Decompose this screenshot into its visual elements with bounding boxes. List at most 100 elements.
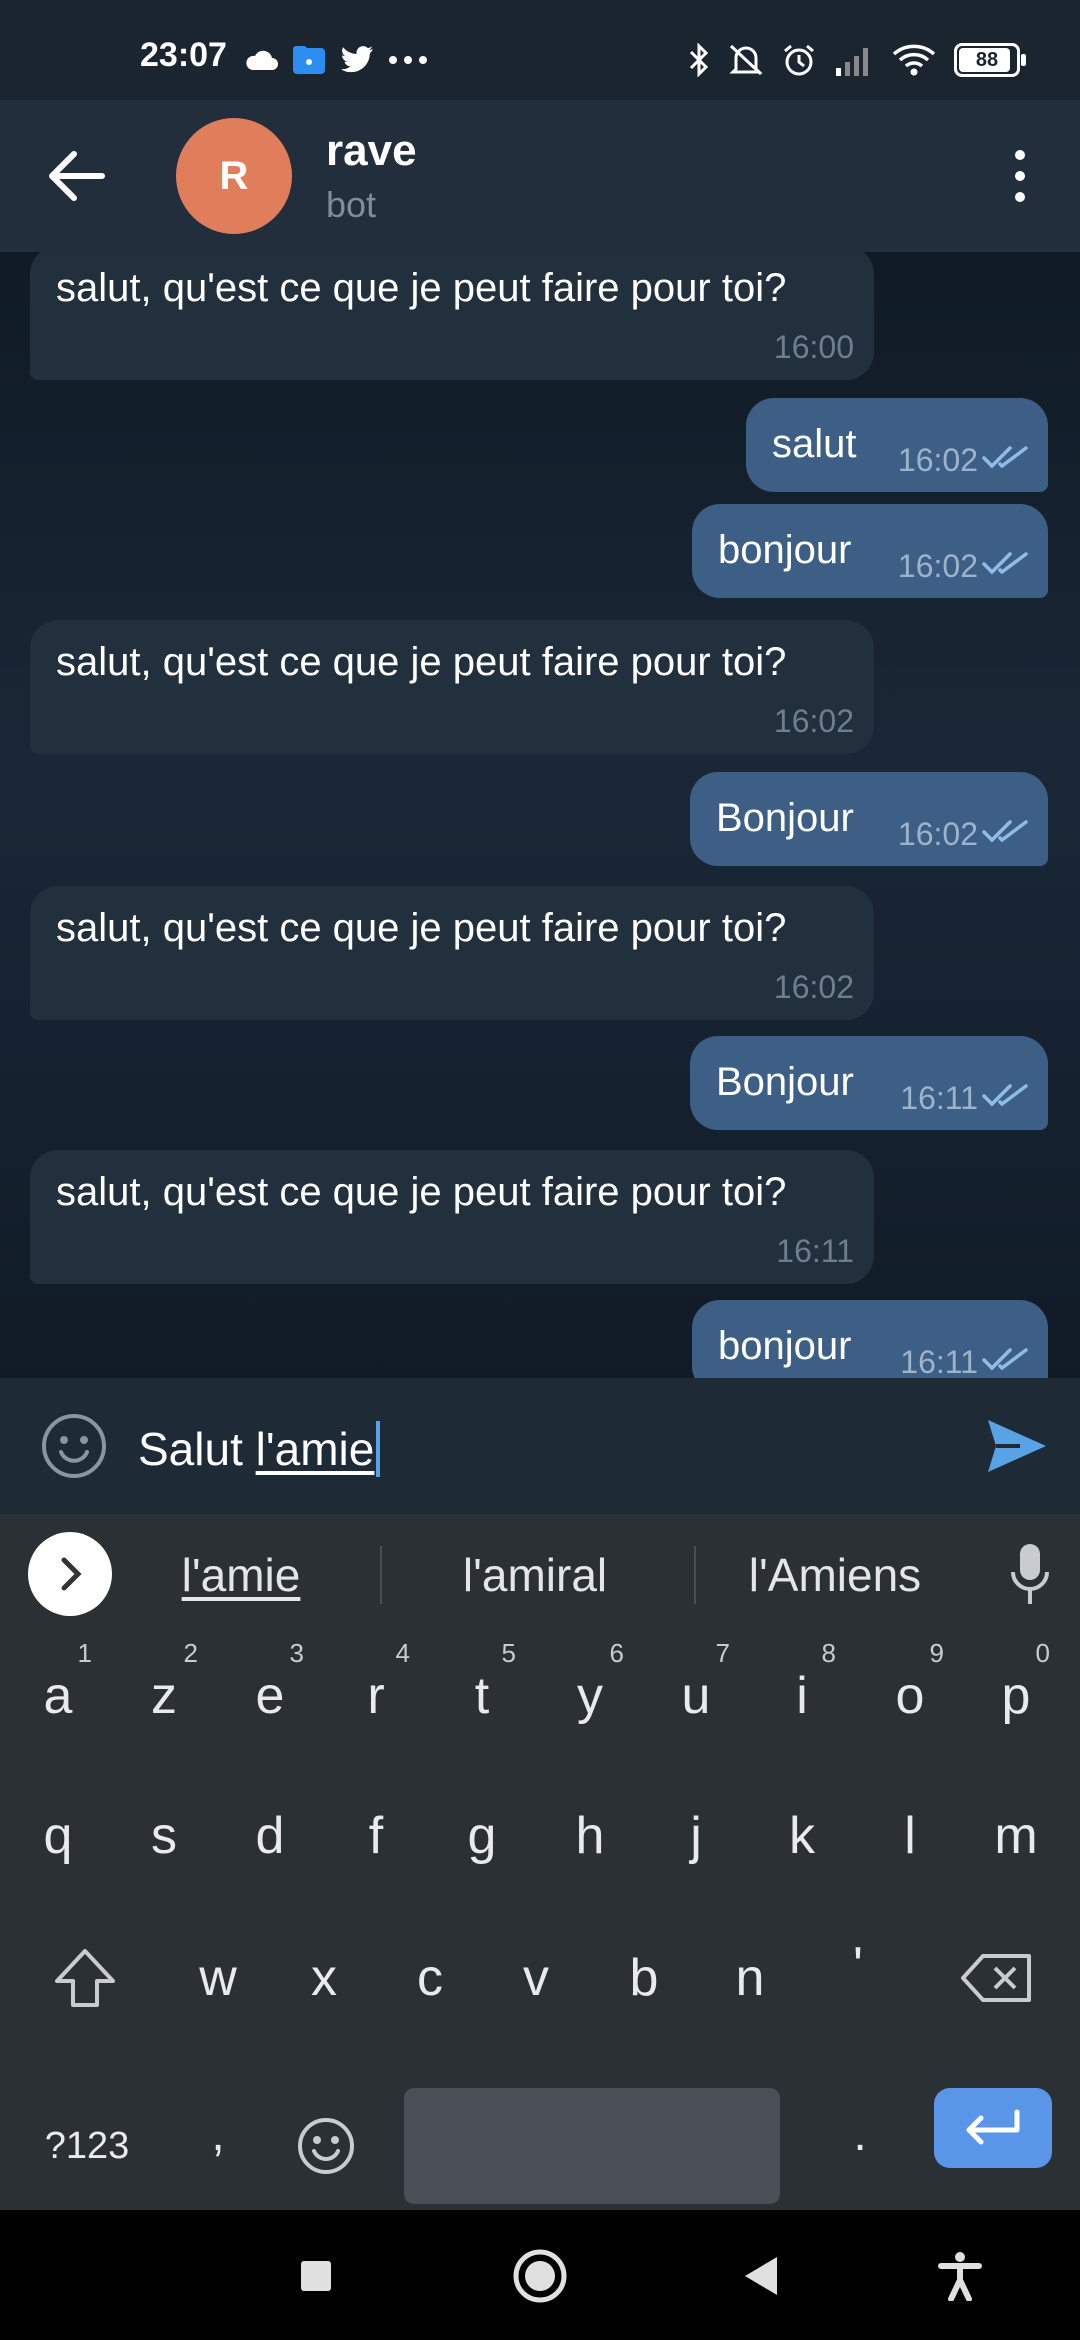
avatar[interactable]: R xyxy=(176,118,292,234)
chat-header: R rave bot xyxy=(0,100,1080,252)
backspace-icon xyxy=(961,1954,1031,2002)
divider xyxy=(694,1546,696,1604)
suggestion-1[interactable]: l'amie xyxy=(150,1548,332,1602)
symbols-key[interactable]: ?123 xyxy=(22,2088,152,2204)
key-e[interactable]: e3 xyxy=(224,1636,316,1756)
message-incoming[interactable]: salut, qu'est ce que je peut faire pour … xyxy=(30,252,874,380)
input-composing-word: l'amie xyxy=(255,1423,375,1475)
double-check-icon xyxy=(982,820,1028,843)
key-n[interactable]: n xyxy=(704,1918,796,2038)
message-list[interactable]: salut, qu'est ce que je peut faire pour … xyxy=(0,252,1080,1378)
system-nav-bar xyxy=(0,2210,1080,2340)
chat-title[interactable]: rave xyxy=(326,126,417,176)
message-text: salut xyxy=(772,422,857,466)
home-button[interactable] xyxy=(512,2248,568,2304)
key-a[interactable]: a1 xyxy=(12,1636,104,1756)
comma-key[interactable]: , xyxy=(172,2076,264,2192)
message-time: 16:02 xyxy=(773,703,854,739)
message-time: 16:11 xyxy=(900,1344,978,1378)
key-apostrophe[interactable]: ' xyxy=(812,1906,904,2026)
enter-key[interactable] xyxy=(934,2088,1052,2168)
message-outgoing[interactable]: Bonjour 16:02 xyxy=(690,772,1048,866)
key-f[interactable]: f xyxy=(330,1776,422,1896)
suggestion-3[interactable]: l'Amiens xyxy=(720,1548,950,1602)
message-incoming[interactable]: salut, qu'est ce que je peut faire pour … xyxy=(30,1150,874,1284)
key-u[interactable]: u7 xyxy=(650,1636,742,1756)
key-g[interactable]: g xyxy=(436,1776,528,1896)
space-key[interactable] xyxy=(404,2088,780,2204)
key-j[interactable]: j xyxy=(650,1776,742,1896)
alarm-icon xyxy=(784,44,814,76)
accessibility-button[interactable] xyxy=(932,2248,988,2304)
more-menu-icon[interactable] xyxy=(1000,146,1040,206)
suggestion-1-label: l'amie xyxy=(181,1549,301,1601)
key-h[interactable]: h xyxy=(544,1776,636,1896)
key-p[interactable]: p0 xyxy=(970,1636,1062,1756)
mute-icon xyxy=(729,44,763,76)
key-w[interactable]: w xyxy=(172,1918,264,2038)
message-input[interactable]: Salut l'amie xyxy=(138,1420,381,1477)
message-text: salut, qu'est ce que je peut faire pour … xyxy=(56,1170,787,1214)
recents-button[interactable] xyxy=(288,2248,344,2304)
message-incoming[interactable]: salut, qu'est ce que je peut faire pour … xyxy=(30,886,874,1020)
key-t[interactable]: t5 xyxy=(436,1636,528,1756)
key-r[interactable]: r4 xyxy=(330,1636,422,1756)
home-circle-icon xyxy=(513,2249,567,2303)
wifi-icon xyxy=(892,44,936,76)
message-outgoing[interactable]: bonjour 16:11 xyxy=(692,1300,1048,1378)
status-bar: 23:07 88 xyxy=(0,0,1080,100)
message-incoming[interactable]: salut, qu'est ce que je peut faire pour … xyxy=(30,620,874,754)
message-time: 16:02 xyxy=(897,442,978,478)
shift-key[interactable] xyxy=(30,1918,140,2038)
key-x[interactable]: x xyxy=(278,1918,370,2038)
message-time: 16:11 xyxy=(900,1080,978,1116)
period-key[interactable]: . xyxy=(814,2076,906,2192)
battery-icon: 88 xyxy=(954,43,1026,77)
key-s[interactable]: s xyxy=(118,1776,210,1896)
message-time: 16:00 xyxy=(773,329,854,365)
key-z[interactable]: z2 xyxy=(118,1636,210,1756)
key-k[interactable]: k xyxy=(756,1776,848,1896)
notification-icons xyxy=(244,40,428,80)
key-c[interactable]: c xyxy=(384,1918,476,2038)
key-o[interactable]: o9 xyxy=(864,1636,956,1756)
send-icon[interactable] xyxy=(984,1416,1050,1476)
key-y[interactable]: y6 xyxy=(544,1636,636,1756)
double-check-icon xyxy=(982,1084,1028,1107)
emoji-key[interactable] xyxy=(280,2088,372,2204)
message-time: 16:11 xyxy=(776,1233,854,1269)
folder-icon xyxy=(293,46,325,74)
emoji-icon[interactable] xyxy=(40,1412,108,1480)
square-icon xyxy=(301,2261,331,2291)
message-text: salut, qu'est ce que je peut faire pour … xyxy=(56,266,787,310)
message-text: Bonjour xyxy=(716,796,854,840)
cloud-icon xyxy=(246,50,278,70)
key-b[interactable]: b xyxy=(598,1918,690,2038)
message-outgoing[interactable]: bonjour 16:02 xyxy=(692,504,1048,598)
double-check-icon xyxy=(982,1348,1028,1371)
message-outgoing[interactable]: salut 16:02 xyxy=(746,398,1048,492)
back-arrow-icon[interactable] xyxy=(44,146,108,206)
message-text: salut, qu'est ce que je peut faire pour … xyxy=(56,640,787,684)
twitter-icon xyxy=(341,46,373,73)
message-text: bonjour xyxy=(718,1324,852,1368)
microphone-icon[interactable] xyxy=(1010,1542,1050,1606)
backspace-key[interactable] xyxy=(942,1918,1052,2038)
status-time: 23:07 xyxy=(140,36,227,74)
double-check-icon xyxy=(982,446,1028,469)
key-l[interactable]: l xyxy=(864,1776,956,1896)
keyboard: a1 z2 e3 r4 t5 y6 u7 i8 o9 p0 q s d f g … xyxy=(0,1636,1080,2210)
key-m[interactable]: m xyxy=(970,1776,1062,1896)
suggestion-2[interactable]: l'amiral xyxy=(420,1548,650,1602)
message-outgoing[interactable]: Bonjour 16:11 xyxy=(690,1036,1048,1130)
key-d[interactable]: d xyxy=(224,1776,316,1896)
battery-level: 88 xyxy=(975,48,999,71)
key-v[interactable]: v xyxy=(490,1918,582,2038)
accessibility-icon xyxy=(938,2252,982,2301)
double-check-icon xyxy=(982,552,1028,575)
expand-toolbar-button[interactable] xyxy=(28,1532,112,1616)
back-button[interactable] xyxy=(734,2248,790,2304)
key-i[interactable]: i8 xyxy=(756,1636,848,1756)
key-q[interactable]: q xyxy=(12,1776,104,1896)
shift-icon xyxy=(55,1949,115,2007)
